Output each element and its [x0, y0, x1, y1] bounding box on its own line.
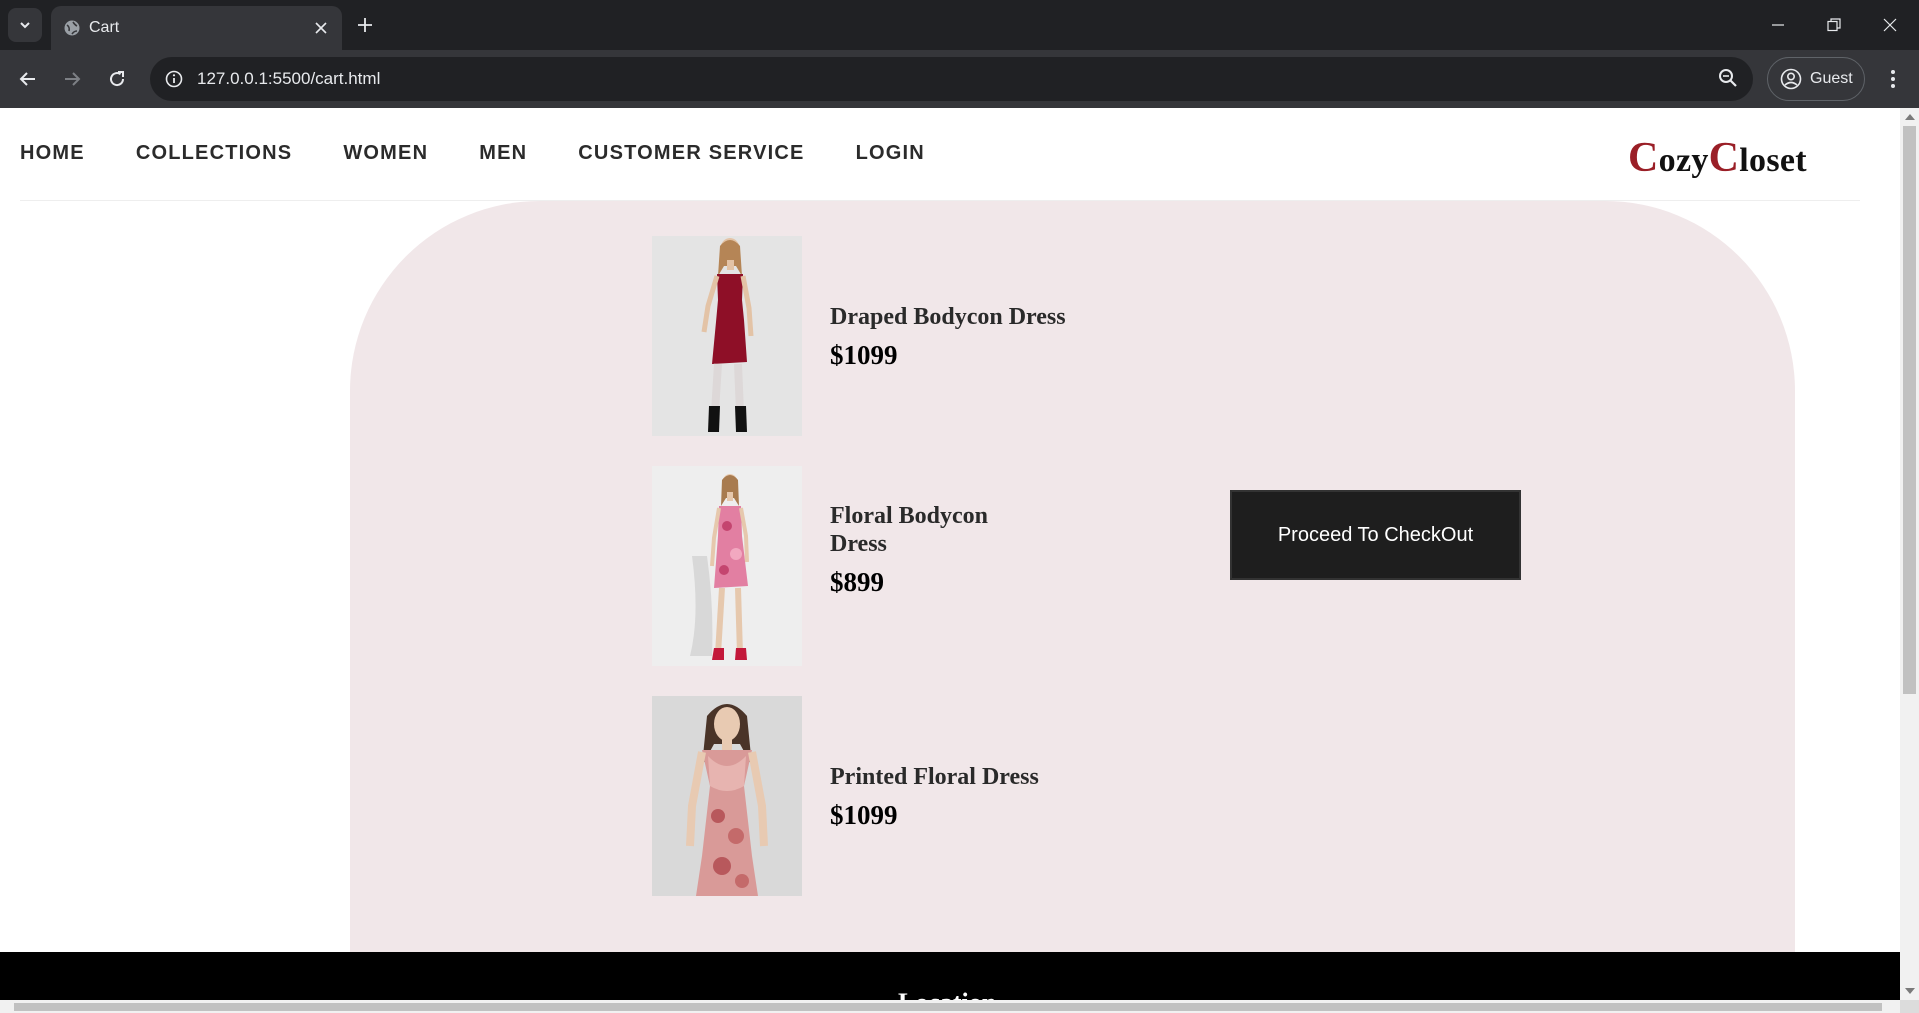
site-info-button[interactable]: [160, 65, 188, 93]
reload-icon: [110, 71, 125, 87]
site-logo[interactable]: CozyCloset: [1628, 134, 1807, 182]
active-tab[interactable]: Cart: [51, 6, 342, 50]
vertical-scroll-thumb[interactable]: [1903, 126, 1916, 694]
arrow-right-icon: [65, 72, 81, 86]
product-price: $1099: [830, 800, 898, 830]
forward-button[interactable]: [54, 61, 90, 97]
cart-item: Draped Bodycon Dress $1099: [652, 236, 1202, 436]
profile-label: Guest: [1810, 70, 1853, 87]
tab-list-button[interactable]: [8, 8, 42, 42]
nav-collections[interactable]: COLLECTIONS: [136, 142, 293, 165]
product-name[interactable]: Draped Bodycon Dress: [830, 303, 1080, 331]
vertical-scrollbar[interactable]: [1900, 108, 1919, 1000]
product-image[interactable]: [652, 696, 802, 896]
back-button[interactable]: [10, 61, 46, 97]
nav-home[interactable]: HOME: [20, 142, 85, 165]
more-vert-icon: [1891, 70, 1895, 88]
logo-initial-c1: C: [1628, 135, 1659, 181]
restore-button[interactable]: [1806, 0, 1862, 50]
close-icon: [315, 22, 327, 34]
page-viewport: HOME COLLECTIONS WOMEN MEN CUSTOMER SERV…: [0, 108, 1900, 1000]
product-image[interactable]: [652, 466, 802, 666]
address-bar[interactable]: 127.0.0.1:5500/cart.html: [150, 57, 1753, 101]
product-price: $1099: [830, 340, 898, 370]
browser-tab-strip: Cart: [0, 0, 1919, 50]
cart-panel: Draped Bodycon Dress $1099 Floral Bodyco…: [350, 201, 1795, 1000]
nav-women[interactable]: WOMEN: [343, 142, 428, 165]
logo-initial-c2: C: [1708, 135, 1740, 181]
minimize-button[interactable]: [1750, 0, 1806, 50]
nav-login[interactable]: LOGIN: [856, 142, 925, 165]
cart-item: Floral Bodycon Dress $899: [652, 466, 1202, 666]
close-window-button[interactable]: [1862, 0, 1918, 50]
zoom-icon[interactable]: [1717, 67, 1739, 89]
globe-icon: [64, 20, 80, 36]
scroll-down-arrow-icon[interactable]: [1905, 988, 1915, 994]
restore-icon: [1827, 18, 1841, 32]
product-price: $899: [830, 567, 884, 597]
logo-word-1: ozy: [1658, 142, 1709, 179]
nav-customer-service[interactable]: CUSTOMER SERVICE: [578, 142, 804, 165]
scrollbar-corner: [1900, 1000, 1919, 1013]
horizontal-scrollbar[interactable]: [0, 1000, 1900, 1013]
browser-menu-button[interactable]: [1878, 63, 1908, 95]
minimize-icon: [1772, 24, 1784, 26]
close-icon: [1883, 18, 1897, 32]
site-footer: Location: [0, 952, 1900, 1000]
reload-button[interactable]: [99, 61, 135, 97]
dress-photo-2: [652, 466, 802, 666]
dress-photo-3: [652, 696, 802, 896]
account-circle-icon: [1780, 68, 1802, 90]
horizontal-scroll-thumb[interactable]: [14, 1003, 1882, 1011]
scroll-up-arrow-icon[interactable]: [1905, 114, 1915, 120]
info-icon: [165, 70, 183, 88]
cart-item: Printed Floral Dress $1099: [652, 696, 1202, 896]
logo-word-2: loset: [1739, 142, 1807, 179]
nav-men[interactable]: MEN: [479, 142, 527, 165]
nav-links: HOME COLLECTIONS WOMEN MEN CUSTOMER SERV…: [20, 142, 976, 165]
profile-button[interactable]: Guest: [1767, 57, 1865, 101]
product-image[interactable]: [652, 236, 802, 436]
proceed-to-checkout-button[interactable]: Proceed To CheckOut: [1230, 490, 1521, 580]
product-name[interactable]: Floral Bodycon Dress: [830, 502, 1010, 558]
dress-photo-1: [652, 236, 802, 436]
new-tab-button[interactable]: [352, 12, 378, 38]
tab-title: Cart: [89, 19, 120, 36]
browser-toolbar: 127.0.0.1:5500/cart.html Guest: [0, 50, 1919, 108]
tab-close-button[interactable]: [310, 17, 332, 39]
plus-icon: [358, 18, 372, 32]
arrow-left-icon: [19, 72, 35, 86]
site-navbar: HOME COLLECTIONS WOMEN MEN CUSTOMER SERV…: [20, 108, 1860, 201]
footer-heading: Location: [898, 988, 996, 1000]
product-name[interactable]: Printed Floral Dress: [830, 763, 1080, 791]
chevron-down-icon: [20, 22, 30, 29]
url-text: 127.0.0.1:5500/cart.html: [197, 69, 381, 88]
